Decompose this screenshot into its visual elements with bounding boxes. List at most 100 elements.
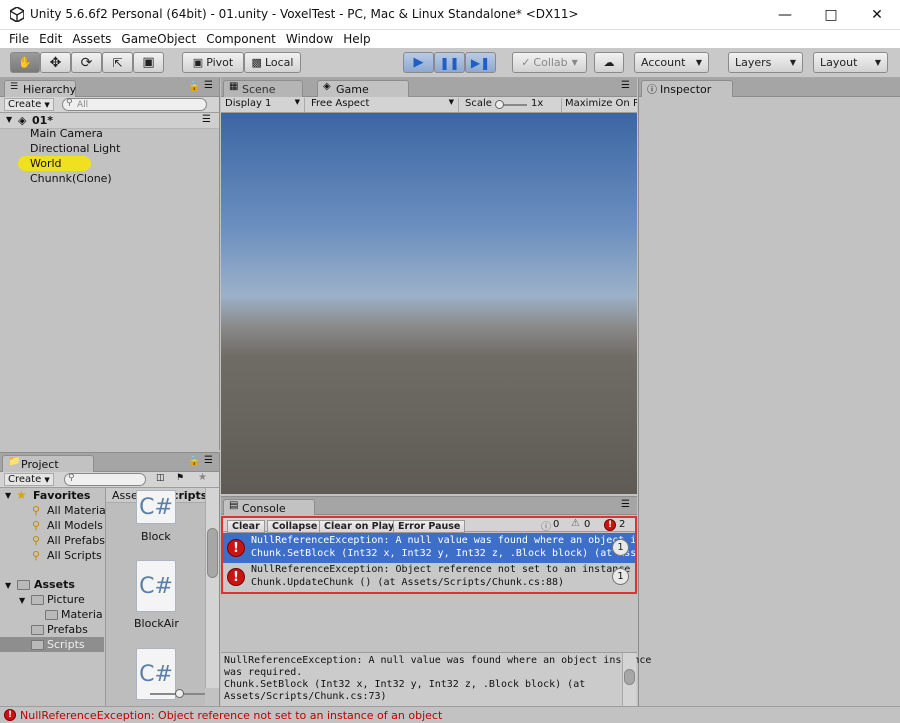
search-icon: ⚲ (32, 504, 41, 517)
tree-item-materials[interactable]: Materials (61, 608, 103, 621)
folder-icon (31, 625, 44, 635)
dropdown-arrow-icon: ▼ (789, 58, 796, 67)
scene-tab-icon: ▦ (229, 81, 239, 92)
rect-icon: ▣ (142, 55, 155, 70)
scale-icon: ⇱ (112, 55, 123, 70)
aspect-dropdown[interactable]: Free Aspect ▼ (311, 98, 459, 112)
icon-size-slider-handle[interactable] (175, 689, 184, 698)
detail-scrollbar[interactable] (622, 653, 636, 708)
detail-line: Chunk.SetBlock (Int32 x, Int32 y, Int32 … (224, 679, 586, 690)
console-entry[interactable]: ! NullReferenceException: Object referen… (223, 563, 635, 592)
console-error-pause-button[interactable]: Error Pause (393, 520, 466, 533)
project-toolbar: Create ▼ ⚲ ◫ ⚑ ★ (0, 472, 219, 488)
search-icon: ⚲ (32, 534, 41, 547)
detail-line: was required. (224, 667, 303, 678)
hierarchy-create-button[interactable]: Create ▼ (4, 98, 54, 111)
favorite-all-models[interactable]: All Models (47, 519, 103, 532)
lock-icon[interactable]: 🔒 (188, 456, 200, 467)
pivot-toggle[interactable]: ▣ Pivot (182, 52, 244, 73)
hierarchy-item-world[interactable]: World (30, 157, 62, 170)
file-blockair[interactable]: BlockAir (134, 617, 179, 630)
tree-item-scripts[interactable]: Scripts (47, 638, 85, 651)
status-message[interactable]: NullReferenceException: Object reference… (20, 709, 442, 722)
window-title: Unity 5.6.6f2 Personal (64bit) - 01.unit… (30, 7, 579, 21)
panel-menu-icon[interactable]: ☰ (621, 499, 630, 510)
maximize-button[interactable]: □ (808, 0, 854, 30)
menu-gameobject[interactable]: GameObject (116, 32, 201, 46)
project-panel: Project 📁 🔒 ☰ Create ▼ ⚲ ◫ ⚑ ★ ▼ ★ Favor… (0, 452, 220, 706)
file-block[interactable]: Block (141, 530, 171, 543)
account-dropdown[interactable]: Account ▼ (634, 52, 709, 73)
dropdown-arrow-icon: ▼ (294, 98, 300, 106)
play-button[interactable]: ▶ (403, 52, 434, 73)
hierarchy-item-directional-light[interactable]: Directional Light (30, 142, 120, 155)
csharp-script-icon[interactable]: C# (136, 490, 176, 524)
collab-dropdown[interactable]: ✓ Collab ▼ (512, 52, 587, 73)
project-create-button[interactable]: Create ▼ (4, 473, 54, 486)
info-filter-icon[interactable]: ⓘ (541, 518, 551, 533)
game-viewport[interactable] (221, 113, 637, 494)
lock-icon[interactable]: 🔒 (188, 81, 200, 92)
layers-dropdown[interactable]: Layers ▼ (728, 52, 803, 73)
expand-arrow-icon[interactable]: ▼ (5, 491, 11, 500)
minimize-button[interactable]: — (762, 0, 808, 30)
cloud-button[interactable]: ☁ (594, 52, 624, 73)
panel-menu-icon[interactable]: ☰ (204, 455, 213, 466)
favorite-all-materials[interactable]: All Materia (47, 504, 106, 517)
pause-button[interactable]: ❚❚ (434, 52, 465, 73)
tree-item-picture[interactable]: Picture (47, 593, 85, 606)
assets-label[interactable]: Assets (34, 578, 75, 591)
favorite-all-prefabs[interactable]: All Prefabs (47, 534, 105, 547)
csharp-script-icon[interactable]: C# (136, 560, 176, 612)
folder-icon (45, 610, 58, 620)
expand-arrow-icon[interactable]: ▼ (5, 581, 11, 590)
filter-label-icon[interactable]: ⚑ (176, 473, 184, 483)
move-tool-button[interactable]: ✥ (40, 52, 71, 73)
step-button[interactable]: ▶❚ (465, 52, 496, 73)
panel-menu-icon[interactable]: ☰ (621, 80, 630, 91)
expand-arrow-icon[interactable]: ▼ (6, 115, 12, 124)
rect-tool-button[interactable]: ▣ (133, 52, 164, 73)
menu-edit[interactable]: Edit (34, 32, 67, 46)
detail-line: Assets/Scripts/Chunk.cs:73) (224, 691, 387, 702)
scale-slider-handle[interactable] (495, 100, 504, 109)
error-filter-icon[interactable]: ! (604, 519, 616, 531)
display-dropdown[interactable]: Display 1 ▼ (225, 98, 305, 112)
hand-tool-button[interactable]: ✋ (10, 52, 40, 73)
unity-logo-icon (10, 7, 24, 22)
project-search-input[interactable] (64, 473, 146, 486)
hierarchy-item-chunk-clone[interactable]: Chunnk(Clone) (30, 172, 112, 185)
scene-menu-icon[interactable]: ☰ (202, 114, 211, 125)
expand-arrow-icon[interactable]: ▼ (19, 596, 25, 605)
menu-file[interactable]: File (4, 32, 34, 46)
scrollbar-thumb[interactable] (207, 528, 218, 578)
maximize-on-play-toggle[interactable]: Maximize On P (561, 98, 637, 112)
panel-menu-icon[interactable]: ☰ (204, 80, 213, 91)
warning-filter-icon[interactable]: ⚠ (571, 518, 580, 529)
tree-item-prefabs[interactable]: Prefabs (47, 623, 88, 636)
favorite-all-scripts[interactable]: All Scripts (47, 549, 102, 562)
entry-line1: NullReferenceException: Object reference… (251, 564, 635, 575)
hierarchy-search-input[interactable]: All (62, 98, 207, 111)
console-entry-selected[interactable]: ! NullReferenceException: A null value w… (223, 533, 635, 563)
rotate-tool-button[interactable]: ⟳ (71, 52, 102, 73)
favorite-star-icon[interactable]: ★ (198, 472, 207, 483)
console-clear-on-play-button[interactable]: Clear on Play (319, 520, 400, 533)
filter-type-icon[interactable]: ◫ (156, 473, 165, 483)
menu-help[interactable]: Help (338, 32, 375, 46)
console-clear-button[interactable]: Clear (227, 520, 265, 533)
layout-dropdown[interactable]: Layout ▼ (813, 52, 888, 73)
local-toggle[interactable]: ▩ Local (244, 52, 301, 73)
project-scrollbar[interactable] (205, 488, 219, 688)
menu-window[interactable]: Window (281, 32, 338, 46)
menu-component[interactable]: Component (201, 32, 281, 46)
scale-tool-button[interactable]: ⇱ (102, 52, 133, 73)
hand-icon: ✋ (18, 56, 32, 69)
hierarchy-item-main-camera[interactable]: Main Camera (30, 127, 103, 140)
search-icon: ⚲ (32, 519, 41, 532)
close-button[interactable]: ✕ (854, 0, 900, 30)
menu-assets[interactable]: Assets (67, 32, 116, 46)
scrollbar-thumb[interactable] (624, 669, 635, 685)
folder-icon (17, 580, 30, 590)
console-collapse-button[interactable]: Collapse (267, 520, 323, 533)
